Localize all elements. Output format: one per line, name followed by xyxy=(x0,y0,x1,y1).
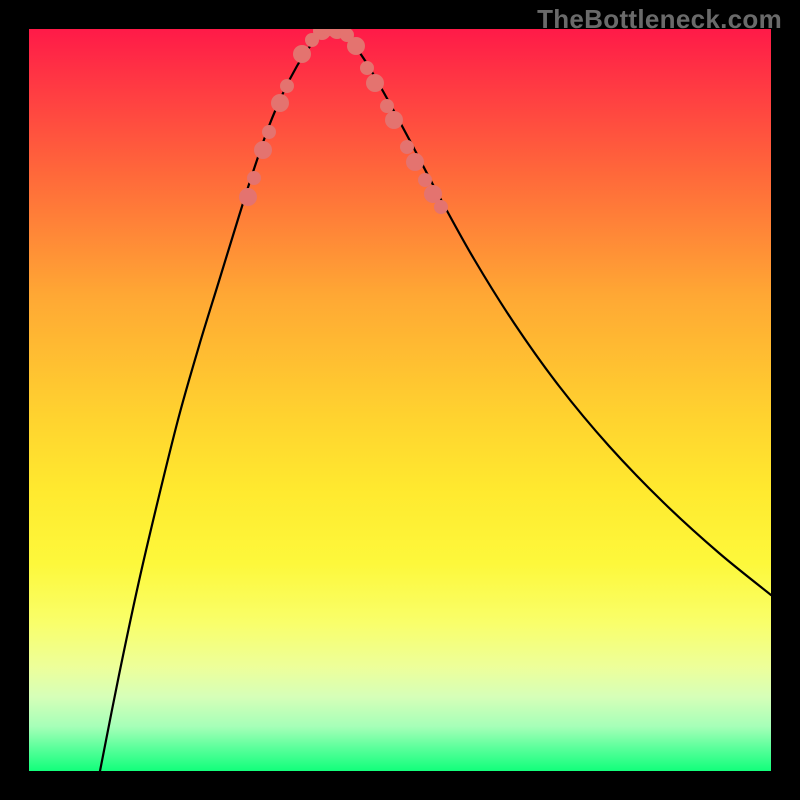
highlight-dot xyxy=(434,200,448,214)
watermark-text: TheBottleneck.com xyxy=(537,4,782,35)
highlight-dot xyxy=(293,45,311,63)
plot-area xyxy=(29,29,771,771)
highlight-dot xyxy=(400,140,414,154)
highlight-dot xyxy=(239,188,257,206)
highlight-dot xyxy=(271,94,289,112)
highlight-dot xyxy=(366,74,384,92)
highlight-dot xyxy=(254,141,272,159)
highlight-dot xyxy=(347,37,365,55)
highlight-dot xyxy=(247,171,261,185)
highlight-dot xyxy=(385,111,403,129)
highlight-dot xyxy=(406,153,424,171)
highlight-dot xyxy=(280,79,294,93)
highlight-dot xyxy=(262,125,276,139)
highlight-dot xyxy=(418,173,432,187)
highlight-dot xyxy=(380,99,394,113)
curve-left-branch xyxy=(100,29,329,771)
curve-group xyxy=(100,29,771,771)
highlight-dot xyxy=(360,61,374,75)
chart-svg xyxy=(29,29,771,771)
